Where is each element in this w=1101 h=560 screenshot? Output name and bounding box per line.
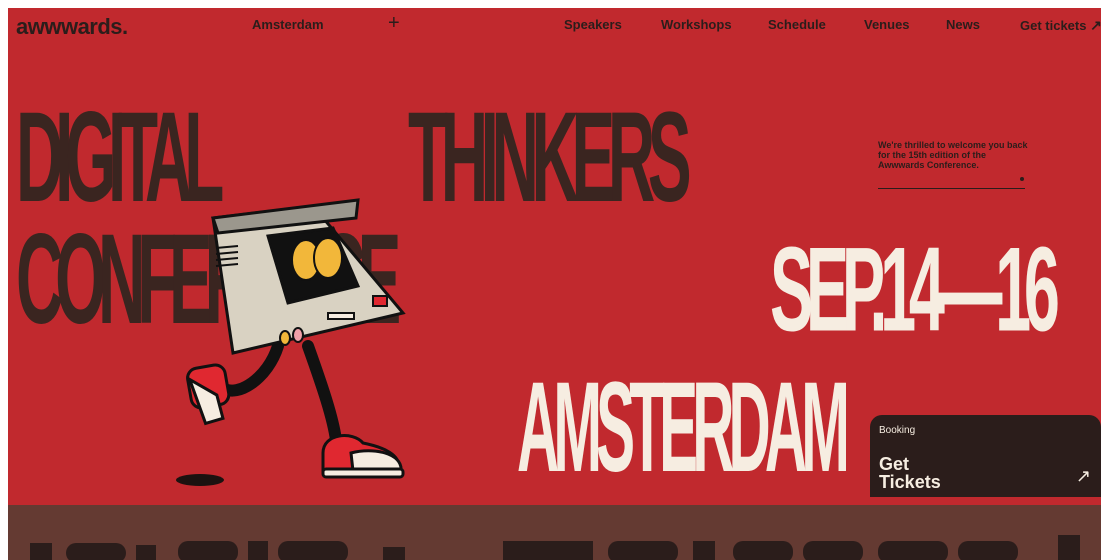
partial-giant-text-decoration <box>30 535 1080 560</box>
get-tickets-cta[interactable]: Get Tickets <box>879 455 941 491</box>
nav-city-link[interactable]: Amsterdam <box>252 17 324 32</box>
nav-news-link[interactable]: News <box>946 17 980 32</box>
intro-text: We're thrilled to welcome you back for t… <box>878 140 1028 170</box>
nav-venues-link[interactable]: Venues <box>864 17 910 32</box>
computer-mascot-illustration <box>176 198 406 486</box>
bottom-band <box>8 505 1101 560</box>
logo[interactable]: awwwards. <box>16 14 128 40</box>
dot-icon <box>1020 177 1024 181</box>
event-date: SEP.14—16 <box>770 222 1060 356</box>
top-nav: awwwards. Amsterdam + Speakers Workshops… <box>8 8 1101 44</box>
cta-line-1: Get <box>879 454 910 474</box>
nav-schedule-link[interactable]: Schedule <box>768 17 826 32</box>
hero-section: awwwards. Amsterdam + Speakers Workshops… <box>8 8 1101 505</box>
cta-line-2: Tickets <box>879 472 941 492</box>
nav-workshops-link[interactable]: Workshops <box>661 17 732 32</box>
event-city: AMSTERDAM <box>517 356 850 499</box>
plus-icon[interactable]: + <box>388 12 400 35</box>
get-tickets-label: Get tickets <box>1020 18 1087 33</box>
intro-divider <box>878 188 1025 189</box>
arrow-up-right-icon: ↗ <box>1075 466 1091 486</box>
booking-card[interactable]: Booking Get Tickets ↗ <box>870 415 1101 497</box>
nav-speakers-link[interactable]: Speakers <box>564 17 622 32</box>
nav-get-tickets-link[interactable]: Get tickets ↗ <box>1020 17 1101 34</box>
booking-label: Booking <box>879 425 916 436</box>
page-frame: awwwards. Amsterdam + Speakers Workshops… <box>8 8 1101 560</box>
headline-thinkers: THINKERS <box>408 86 692 229</box>
arrow-up-right-icon: ↗ <box>1090 17 1101 33</box>
